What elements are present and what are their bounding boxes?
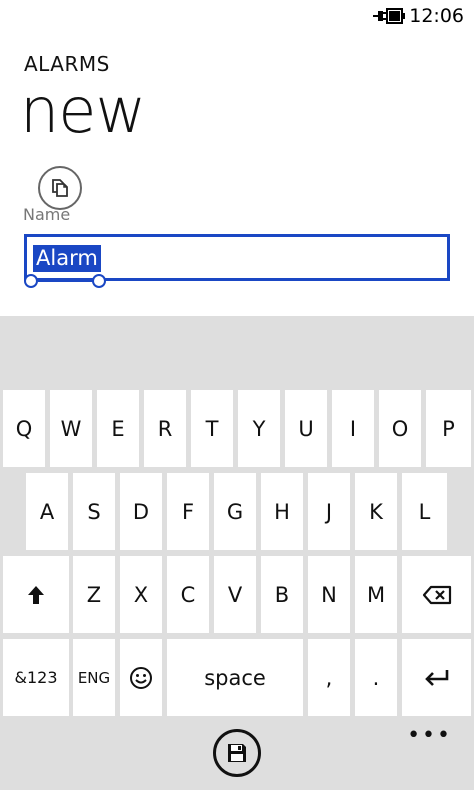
key-o[interactable]: O [379, 390, 421, 467]
key-f[interactable]: F [167, 473, 209, 550]
selection-handle-start[interactable] [24, 274, 38, 288]
name-input[interactable]: Alarm [24, 234, 450, 281]
name-label: Name [23, 205, 71, 224]
copy-icon [52, 179, 68, 197]
key-v[interactable]: V [214, 556, 256, 633]
key-q[interactable]: Q [3, 390, 45, 467]
key-g[interactable]: G [214, 473, 256, 550]
backspace-key[interactable] [402, 556, 471, 633]
emoji-key[interactable] [120, 639, 162, 716]
key-z[interactable]: Z [73, 556, 115, 633]
key-k[interactable]: K [355, 473, 397, 550]
selection-underline [38, 280, 94, 282]
page-title: new [20, 74, 146, 147]
battery-charging-icon [373, 8, 405, 24]
clock: 12:06 [409, 5, 464, 27]
space-key[interactable]: space [167, 639, 303, 716]
app-title: ALARMS [24, 52, 110, 76]
shift-key[interactable] [3, 556, 69, 633]
selection-handle-end[interactable] [92, 274, 106, 288]
key-e[interactable]: E [97, 390, 139, 467]
key-m[interactable]: M [355, 556, 397, 633]
key-a[interactable]: A [26, 473, 68, 550]
more-button[interactable]: ••• [407, 725, 452, 747]
symbols-key[interactable]: &123 [3, 639, 69, 716]
key-t[interactable]: T [191, 390, 233, 467]
key-i[interactable]: I [332, 390, 374, 467]
key-w[interactable]: W [50, 390, 92, 467]
key-h[interactable]: H [261, 473, 303, 550]
key-r[interactable]: R [144, 390, 186, 467]
key-u[interactable]: U [285, 390, 327, 467]
enter-icon [424, 669, 448, 686]
period-key[interactable]: . [355, 639, 397, 716]
key-n[interactable]: N [308, 556, 350, 633]
enter-key[interactable] [402, 639, 471, 716]
key-x[interactable]: X [120, 556, 162, 633]
name-input-value: Alarm [33, 245, 101, 272]
emoji-icon [130, 666, 152, 689]
key-y[interactable]: Y [238, 390, 280, 467]
comma-key[interactable]: , [308, 639, 350, 716]
key-d[interactable]: D [120, 473, 162, 550]
key-s[interactable]: S [73, 473, 115, 550]
backspace-icon [422, 585, 451, 604]
key-p[interactable]: P [426, 390, 471, 467]
save-icon [228, 744, 246, 762]
key-c[interactable]: C [167, 556, 209, 633]
status-bar: 12:06 [0, 0, 474, 32]
shift-icon [28, 585, 44, 604]
key-b[interactable]: B [261, 556, 303, 633]
copy-button[interactable] [38, 166, 82, 210]
key-j[interactable]: J [308, 473, 350, 550]
key-l[interactable]: L [402, 473, 447, 550]
language-key[interactable]: ENG [73, 639, 115, 716]
save-button[interactable] [213, 729, 261, 777]
